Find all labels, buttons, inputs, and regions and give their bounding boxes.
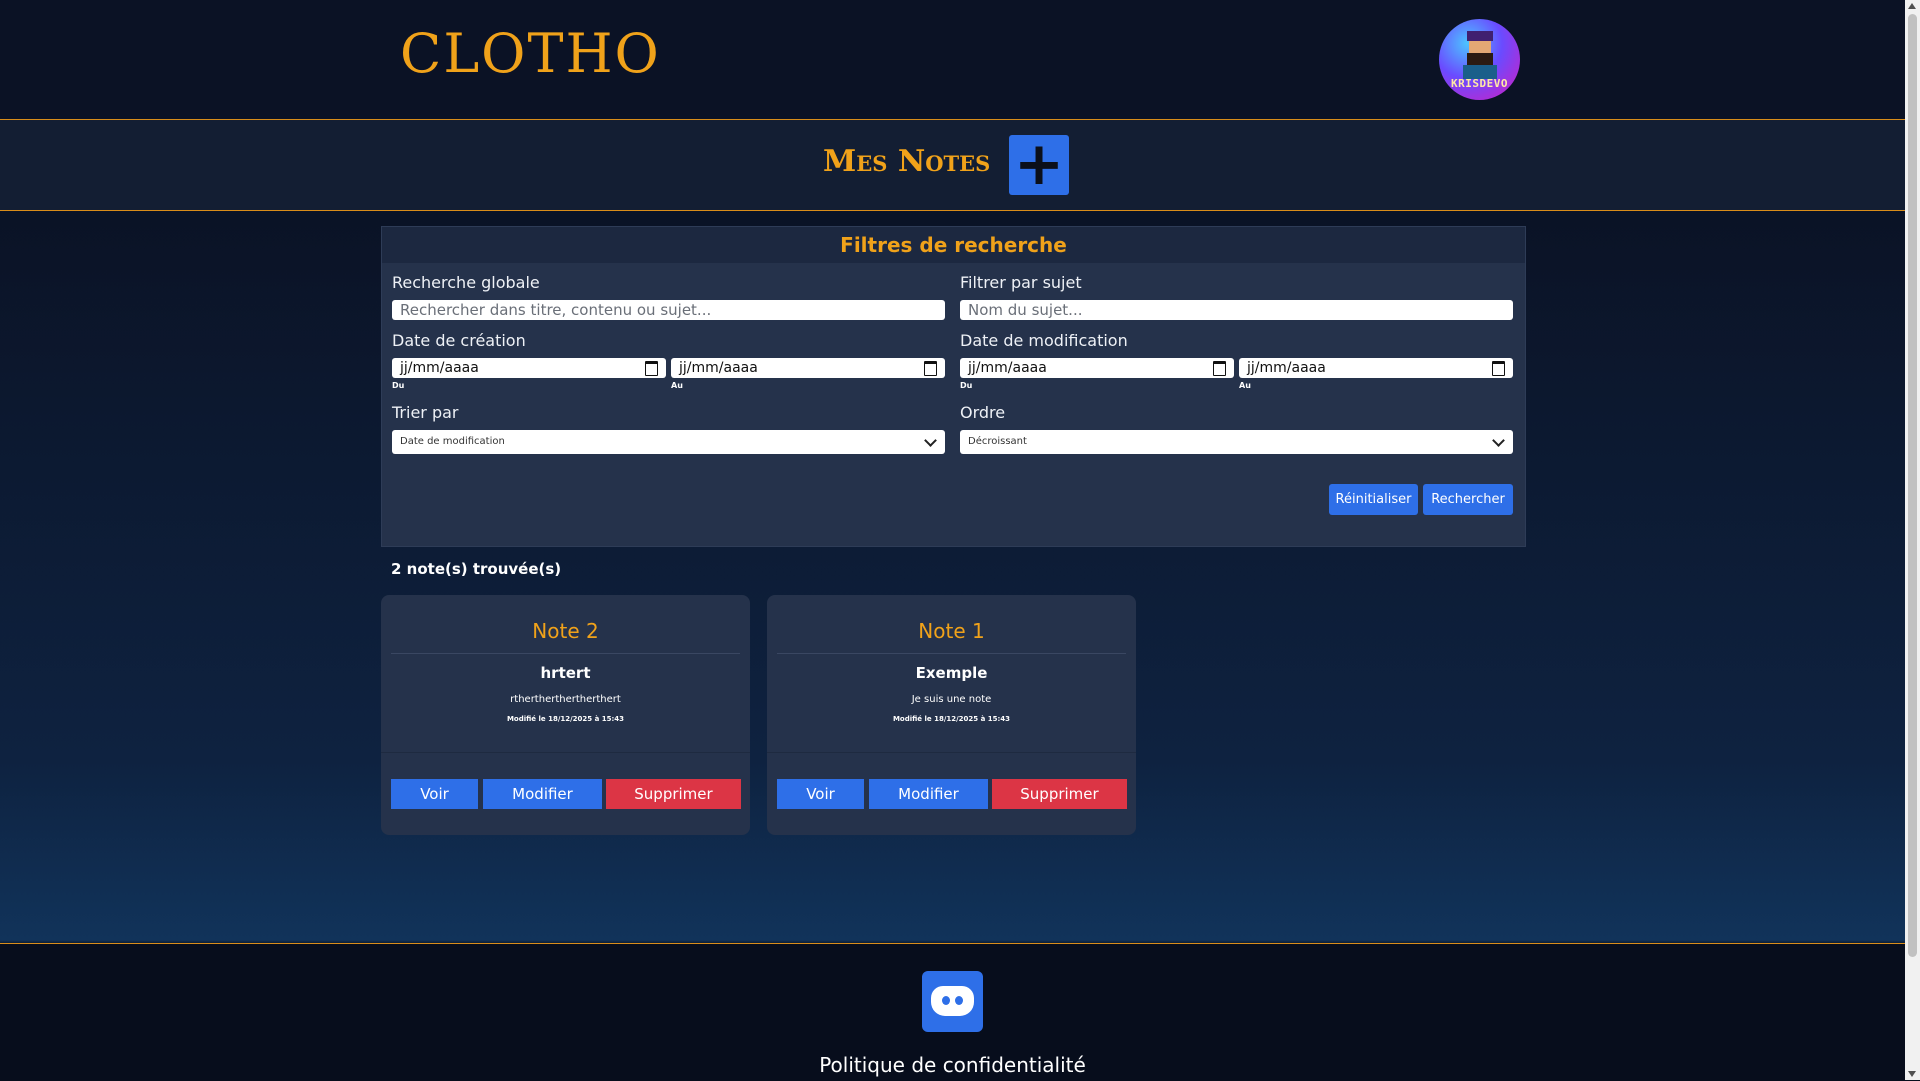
modification-to-label: Au bbox=[1239, 381, 1251, 390]
note-card: Note 1 Exemple Je suis une note Modifié … bbox=[767, 595, 1136, 835]
scroll-down-icon[interactable] bbox=[1908, 1071, 1916, 1077]
order-select[interactable]: Décroissant bbox=[960, 430, 1513, 454]
discord-eye bbox=[955, 996, 963, 1005]
top-header: CLOTHO KRISDEVO bbox=[0, 0, 1905, 120]
sort-by-label: Trier par bbox=[392, 403, 459, 422]
creation-from-value: jj/mm/aaaa bbox=[400, 360, 479, 376]
delete-button[interactable]: Supprimer bbox=[992, 779, 1127, 809]
page-scrollbar[interactable] bbox=[1905, 0, 1920, 1080]
note-content: rthertherthertherthert bbox=[510, 694, 621, 705]
avatar-hat bbox=[1467, 31, 1493, 41]
creation-to-label: Au bbox=[671, 381, 683, 390]
search-button[interactable]: Rechercher bbox=[1423, 484, 1513, 515]
note-title: Note 2 bbox=[532, 619, 599, 643]
note-title: Note 1 bbox=[918, 619, 985, 643]
discord-link[interactable] bbox=[922, 971, 983, 1032]
chevron-down-icon bbox=[1492, 434, 1505, 447]
modification-from-label: Du bbox=[960, 381, 973, 390]
view-button[interactable]: Voir bbox=[391, 779, 478, 809]
privacy-policy-link[interactable]: Politique de confidentialité bbox=[0, 1053, 1905, 1077]
scroll-thumb[interactable] bbox=[1908, 14, 1917, 957]
divider bbox=[391, 653, 740, 654]
note-card: Note 2 hrtert rthertherthertherthert Mod… bbox=[381, 595, 750, 835]
user-avatar[interactable]: KRISDEVO bbox=[1439, 19, 1520, 100]
order-value: Décroissant bbox=[968, 436, 1027, 447]
chevron-down-icon bbox=[924, 434, 937, 447]
add-note-button[interactable]: + bbox=[1009, 129, 1069, 199]
note-modified-date: Modifié le 18/12/2025 à 15:43 bbox=[506, 715, 625, 723]
page-footer: Politique de confidentialité bbox=[0, 943, 1905, 1081]
calendar-icon[interactable] bbox=[1492, 361, 1505, 376]
divider bbox=[767, 752, 1136, 753]
discord-icon bbox=[931, 986, 974, 1016]
subject-filter-input[interactable]: Nom du sujet... bbox=[960, 300, 1513, 320]
app-logo[interactable]: CLOTHO bbox=[400, 22, 661, 85]
note-subject: hrtert bbox=[540, 664, 591, 682]
plus-icon: + bbox=[1013, 129, 1065, 199]
view-button[interactable]: Voir bbox=[777, 779, 864, 809]
calendar-icon[interactable] bbox=[924, 361, 937, 376]
results-count: 2 note(s) trouvée(s) bbox=[391, 560, 562, 578]
search-filters-panel: Filtres de recherche Recherche globale R… bbox=[381, 226, 1526, 547]
creation-from-label: Du bbox=[392, 381, 405, 390]
calendar-icon[interactable] bbox=[645, 361, 658, 376]
modification-date-from[interactable]: jj/mm/aaaa bbox=[960, 358, 1234, 378]
modification-from-value: jj/mm/aaaa bbox=[968, 360, 1047, 376]
edit-button[interactable]: Modifier bbox=[869, 779, 988, 809]
calendar-icon[interactable] bbox=[1213, 361, 1226, 376]
note-modified-date: Modifié le 18/12/2025 à 15:43 bbox=[892, 715, 1011, 723]
discord-eye bbox=[942, 996, 950, 1005]
edit-button[interactable]: Modifier bbox=[483, 779, 602, 809]
sort-by-select[interactable]: Date de modification bbox=[392, 430, 945, 454]
scroll-up-icon[interactable] bbox=[1908, 3, 1916, 9]
global-search-input[interactable]: Rechercher dans titre, contenu ou sujet.… bbox=[392, 300, 945, 320]
avatar-label: KRISDEVO bbox=[1451, 77, 1508, 90]
avatar-beard bbox=[1467, 53, 1493, 65]
page-title-bar: Mes Notes + bbox=[0, 120, 1905, 211]
divider bbox=[777, 653, 1126, 654]
sort-by-value: Date de modification bbox=[400, 436, 505, 447]
modification-to-value: jj/mm/aaaa bbox=[1247, 360, 1326, 376]
reset-button[interactable]: Réinitialiser bbox=[1329, 484, 1418, 515]
delete-button[interactable]: Supprimer bbox=[606, 779, 741, 809]
creation-date-from[interactable]: jj/mm/aaaa bbox=[392, 358, 666, 378]
global-search-label: Recherche globale bbox=[392, 273, 540, 292]
divider bbox=[381, 752, 750, 753]
creation-to-value: jj/mm/aaaa bbox=[679, 360, 758, 376]
modification-date-label: Date de modification bbox=[960, 331, 1128, 350]
note-content: Je suis une note bbox=[911, 694, 992, 705]
creation-date-label: Date de création bbox=[392, 331, 526, 350]
page-title: Mes Notes bbox=[823, 144, 991, 179]
subject-filter-label: Filtrer par sujet bbox=[960, 273, 1082, 292]
modification-date-to[interactable]: jj/mm/aaaa bbox=[1239, 358, 1513, 378]
order-label: Ordre bbox=[960, 403, 1006, 422]
creation-date-to[interactable]: jj/mm/aaaa bbox=[671, 358, 945, 378]
filters-heading: Filtres de recherche bbox=[382, 227, 1525, 263]
note-subject: Exemple bbox=[915, 664, 988, 682]
